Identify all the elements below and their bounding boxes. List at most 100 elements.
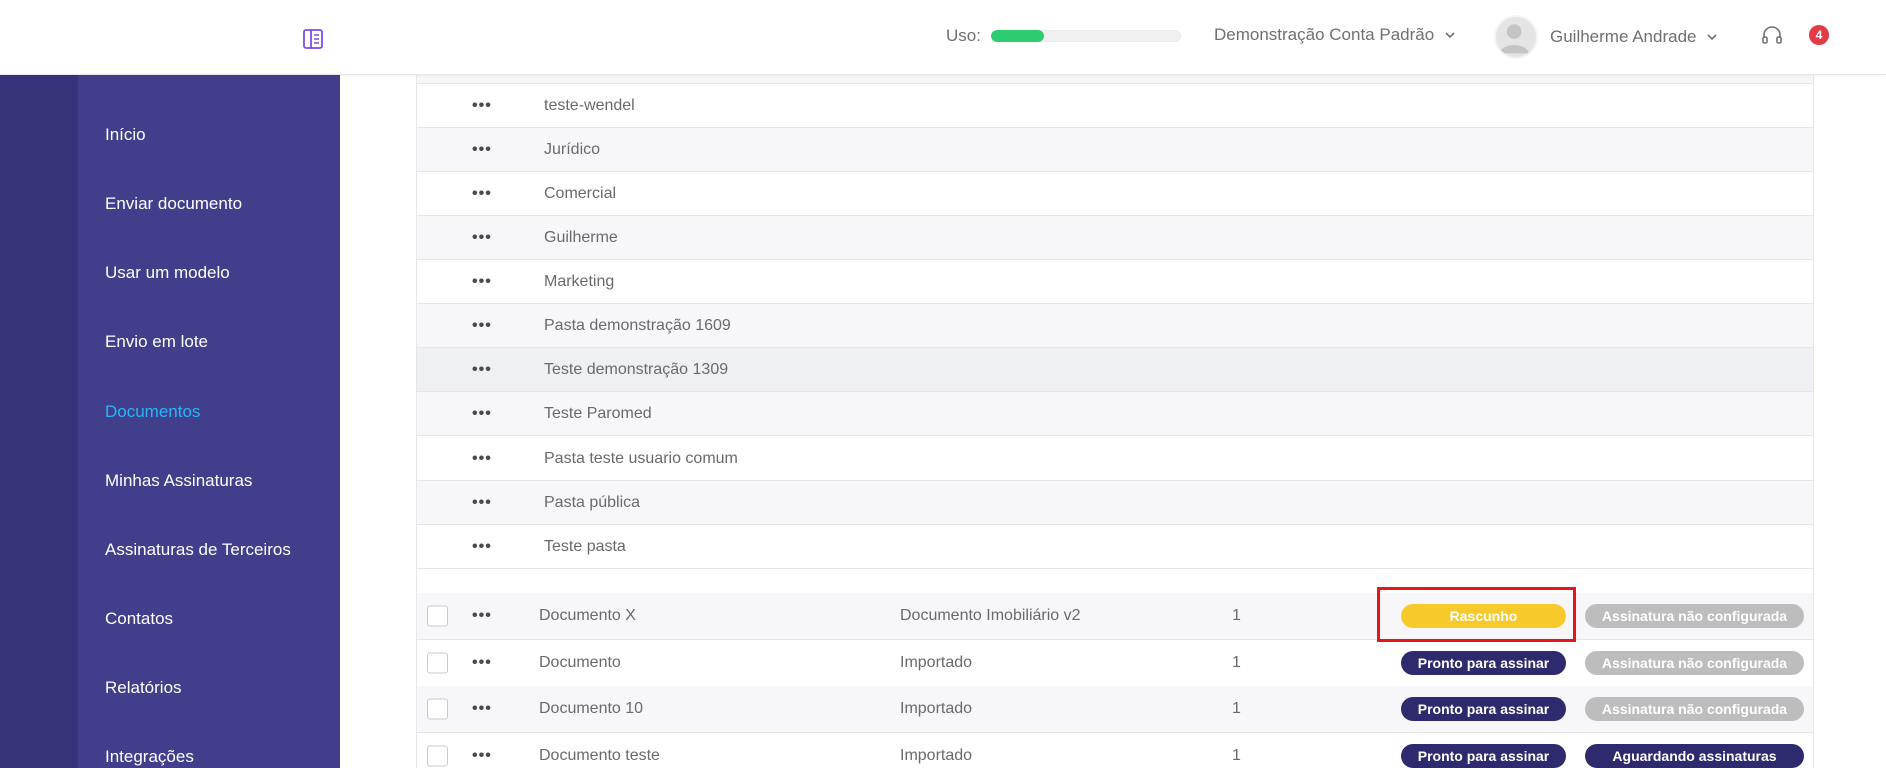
headset-support-icon[interactable] — [1760, 24, 1784, 48]
locked-folder-icon — [513, 317, 533, 335]
document-file-icon — [513, 607, 529, 626]
row-actions-menu-icon[interactable]: ••• — [472, 654, 492, 672]
document-row[interactable]: ••• Documento 10 Importado 1 Pronto para ass… — [417, 686, 1813, 733]
folder-row[interactable]: ••• Pasta teste usuario comum — [417, 437, 1813, 481]
folder-row[interactable]: ••• teste-wendel — [417, 84, 1813, 128]
user-silhouette-icon — [1499, 24, 1529, 54]
row-actions-menu-icon[interactable]: ••• — [472, 185, 492, 203]
row-actions-menu-icon[interactable]: ••• — [472, 405, 492, 423]
document-status-badge[interactable]: Rascunho — [1401, 604, 1566, 628]
folder-icon — [513, 450, 533, 468]
shared-users-icon — [1327, 142, 1349, 158]
folder-row[interactable]: ••• Comercial — [417, 172, 1813, 216]
document-status-badge[interactable]: Pronto para assinar — [1401, 697, 1566, 721]
document-name[interactable]: Documento teste — [539, 747, 660, 765]
signature-status-badge[interactable]: Assinatura não configurada — [1585, 651, 1804, 675]
sidebar-item-documentos[interactable]: Documentos — [0, 382, 340, 442]
document-page-count: 1 — [1232, 654, 1241, 671]
document-status-badge[interactable]: Pronto para assinar — [1401, 744, 1566, 768]
document-row[interactable]: ••• Documento Importado 1 Pronto para assina… — [417, 640, 1813, 687]
sidebar-item-label: Relatórios — [105, 678, 182, 697]
folder-name[interactable]: Pasta pública — [544, 494, 640, 512]
folder-row[interactable]: ••• Guilherme — [417, 216, 1813, 260]
row-checkbox[interactable] — [427, 605, 448, 627]
sidebar-item-relatorios[interactable]: Relatórios — [0, 658, 340, 718]
row-actions-menu-icon[interactable]: ••• — [472, 141, 492, 159]
template-icon — [20, 261, 44, 285]
sidebar-item-label: Integrações — [105, 747, 194, 766]
document-name[interactable]: Documento 10 — [539, 700, 643, 718]
document-name[interactable]: Documento X — [539, 607, 636, 625]
folder-row[interactable]: ••• Marketing — [417, 260, 1813, 304]
top-header: Uso: Demonstração Conta Padrão Guilherme… — [0, 0, 1886, 75]
folder-name[interactable]: Pasta demonstração 1609 — [544, 317, 731, 335]
usage-progress-fill — [990, 30, 1045, 42]
row-actions-menu-icon[interactable]: ••• — [472, 317, 492, 335]
sidebar-item-label: Minhas Assinaturas — [105, 471, 253, 490]
signature-status-badge[interactable]: Assinatura não configurada — [1585, 697, 1804, 721]
folder-row[interactable]: ••• Pasta pública — [417, 481, 1813, 525]
folder-name[interactable]: Guilherme — [544, 229, 618, 247]
folder-row[interactable]: ••• Pasta demonstração 1609 — [417, 304, 1813, 348]
notification-badge[interactable]: 4 — [1809, 25, 1829, 45]
folder-name[interactable]: Teste demonstração 1309 — [544, 361, 728, 379]
folder-name[interactable]: Jurídico — [544, 141, 600, 159]
folder-row[interactable]: ••• Teste pasta — [417, 525, 1813, 569]
sidebar-item-enviar-documento[interactable]: Enviar documento — [0, 174, 340, 234]
row-actions-menu-icon[interactable]: ••• — [472, 747, 492, 765]
row-actions-menu-icon[interactable]: ••• — [472, 700, 492, 718]
folder-icon — [513, 273, 533, 291]
account-selector[interactable]: Demonstração Conta Padrão — [1214, 25, 1456, 45]
row-actions-menu-icon[interactable]: ••• — [472, 273, 492, 291]
document-row[interactable]: ••• Documento teste Importado 1 Pronto para … — [417, 733, 1813, 768]
sidebar-item-contatos[interactable]: Contatos — [0, 589, 340, 649]
row-actions-menu-icon[interactable]: ••• — [472, 538, 492, 556]
document-template: Documento Imobiliário v2 — [900, 607, 1081, 624]
sidebar-item-integracoes[interactable]: Integrações — [0, 727, 340, 768]
row-actions-menu-icon[interactable]: ••• — [472, 450, 492, 468]
row-actions-menu-icon[interactable]: ••• — [472, 97, 492, 115]
row-actions-menu-icon[interactable]: ••• — [472, 361, 492, 379]
pen-icon — [20, 469, 44, 493]
row-checkbox[interactable] — [427, 652, 448, 674]
document-name[interactable]: Documento — [539, 654, 621, 672]
row-actions-menu-icon[interactable]: ••• — [472, 607, 492, 625]
sidebar-item-usar-um-modelo[interactable]: Usar um modelo — [0, 243, 340, 303]
sidebar-item-minhas-assinaturas[interactable]: Minhas Assinaturas — [0, 451, 340, 511]
row-actions-menu-icon[interactable]: ••• — [472, 229, 492, 247]
folder-icon — [513, 494, 533, 512]
folder-name[interactable]: Comercial — [544, 185, 616, 203]
document-page-count: 1 — [1232, 747, 1241, 764]
folder-name[interactable]: Pasta teste usuario comum — [544, 450, 738, 468]
document-row[interactable]: ••• Documento X Documento Imobiliário v2 1 R… — [417, 593, 1813, 640]
signature-status-badge[interactable]: Aguardando assinaturas — [1585, 744, 1804, 768]
folder-icon — [513, 97, 533, 115]
sidebar-toggle-icon[interactable] — [302, 28, 324, 50]
row-checkbox[interactable] — [427, 698, 448, 720]
sidebar-item-envio-em-lote[interactable]: Envio em lote — [0, 312, 340, 372]
folder-name[interactable]: Marketing — [544, 273, 614, 291]
document-page-count: 1 — [1232, 700, 1241, 717]
row-checkbox[interactable] — [427, 745, 448, 767]
folder-row[interactable]: ••• Jurídico — [417, 128, 1813, 172]
folder-icon — [513, 361, 533, 379]
sidebar-item-assinaturas-de-terceiros[interactable]: Assinaturas de Terceiros — [0, 520, 340, 580]
locked-folder-icon — [513, 405, 533, 423]
user-menu[interactable]: Guilherme Andrade — [1494, 15, 1718, 59]
document-icon — [20, 400, 44, 424]
folder-name[interactable]: Teste Paromed — [544, 405, 652, 423]
folder-name[interactable]: Teste pasta — [544, 538, 626, 556]
locked-folder-icon — [513, 141, 533, 159]
row-actions-menu-icon[interactable]: ••• — [472, 494, 492, 512]
integrations-icon — [20, 745, 44, 768]
signature-status-badge[interactable]: Assinatura não configurada — [1585, 604, 1804, 628]
sidebar-item-inicio[interactable]: Início — [0, 105, 340, 165]
document-status-badge[interactable]: Pronto para assinar — [1401, 651, 1566, 675]
document-template: Importado — [900, 700, 973, 717]
shared-users-icon — [1327, 406, 1349, 422]
folder-row[interactable]: ••• Teste demonstração 1309 — [417, 348, 1813, 392]
folder-name[interactable]: teste-wendel — [544, 97, 635, 115]
avatar — [1494, 15, 1538, 59]
document-page-count: 1 — [1232, 607, 1241, 624]
folder-row[interactable]: ••• Teste Paromed — [417, 392, 1813, 436]
